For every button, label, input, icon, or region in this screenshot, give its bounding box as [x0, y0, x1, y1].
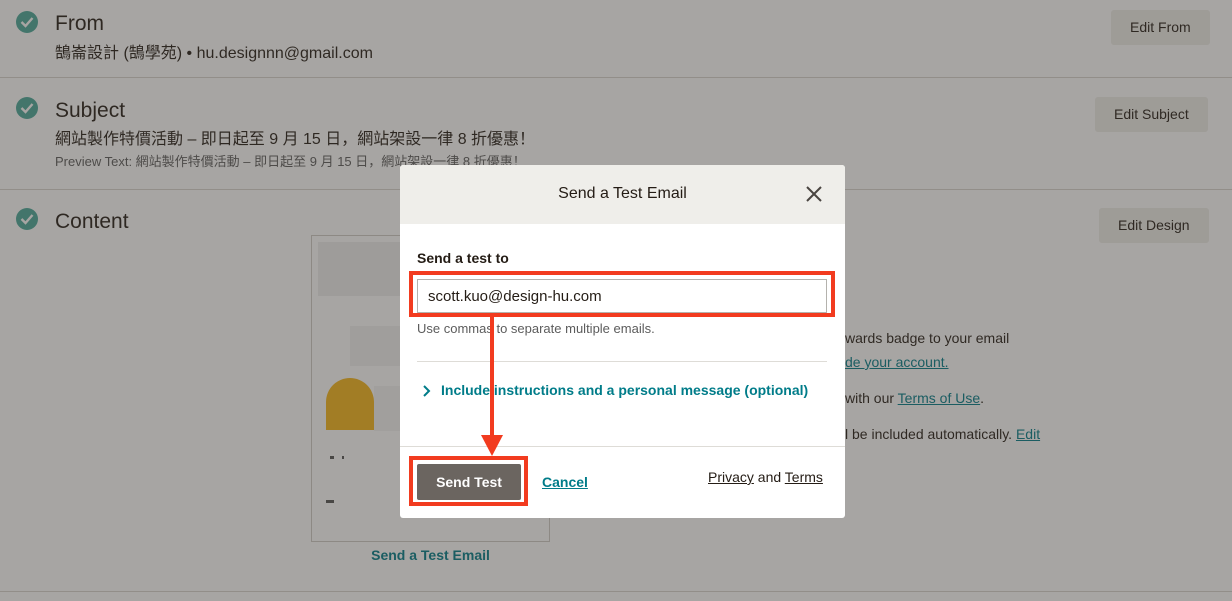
annotation-arrow-icon: [481, 317, 503, 456]
